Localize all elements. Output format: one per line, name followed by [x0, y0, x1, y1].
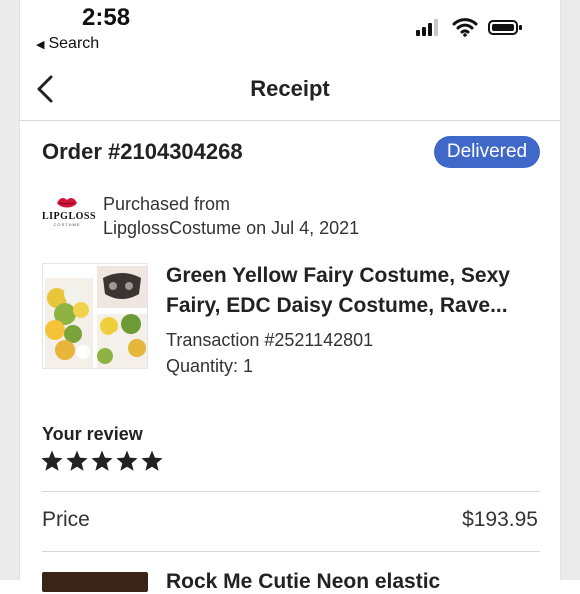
- shop-info: Purchased from LipglossCostume on Jul 4,…: [103, 192, 359, 240]
- review-heading: Your review: [42, 424, 143, 444]
- back-to-search-link[interactable]: ◀ Search: [36, 35, 99, 53]
- divider: [42, 551, 540, 552]
- item-title-line-2: Fairy, EDC Daisy Costume, Rave...: [166, 294, 508, 317]
- back-to-search-label: Search: [48, 35, 100, 52]
- star-icon: [141, 450, 163, 471]
- back-triangle-icon: ◀: [36, 38, 45, 51]
- page-title: Receipt: [250, 76, 330, 101]
- star-icon: [66, 450, 88, 471]
- left-frame-edge: [0, 0, 20, 580]
- transaction-number: Transaction #2521142801: [166, 330, 374, 350]
- price-value: $193.95: [462, 508, 538, 531]
- item-title-line-1: Green Yellow Fairy Costume, Sexy: [166, 264, 510, 287]
- star-icon: [41, 450, 63, 471]
- star-icon: [116, 450, 138, 471]
- divider: [42, 491, 540, 492]
- lips-logo-icon: [57, 198, 77, 208]
- shop-logo-text: LIPGLOSS: [42, 211, 97, 222]
- item-title[interactable]: Green Yellow Fairy Costume, Sexy Fairy, …: [166, 261, 540, 321]
- item-photo[interactable]: [42, 263, 148, 369]
- wifi-icon: [452, 18, 478, 37]
- status-icons: [414, 16, 526, 40]
- shop-and-date[interactable]: LipglossCostume on Jul 4, 2021: [103, 216, 359, 240]
- price-label: Price: [42, 508, 90, 531]
- purchased-from-label: Purchased from: [103, 194, 231, 214]
- next-item-photo[interactable]: [42, 572, 148, 592]
- shop-logo[interactable]: LIPGLOSS COSTUME: [42, 196, 97, 236]
- order-number: Order #2104304268: [42, 139, 243, 164]
- battery-icon: [488, 20, 522, 35]
- navigation-header: Receipt: [20, 60, 560, 121]
- status-bar-time: 2:58: [82, 4, 131, 31]
- shop-logo-subtext: COSTUME: [53, 222, 81, 227]
- star-icon: [91, 450, 113, 471]
- next-item-title[interactable]: Rock Me Cutie Neon elastic: [166, 570, 440, 594]
- status-badge: Delivered: [434, 136, 540, 168]
- item-quantity: Quantity: 1: [166, 356, 254, 376]
- costume-photo-collage: [43, 264, 147, 368]
- star-rating: [40, 449, 164, 473]
- item-meta: Transaction #2521142801 Quantity: 1: [166, 327, 373, 379]
- right-frame-edge: [560, 0, 580, 580]
